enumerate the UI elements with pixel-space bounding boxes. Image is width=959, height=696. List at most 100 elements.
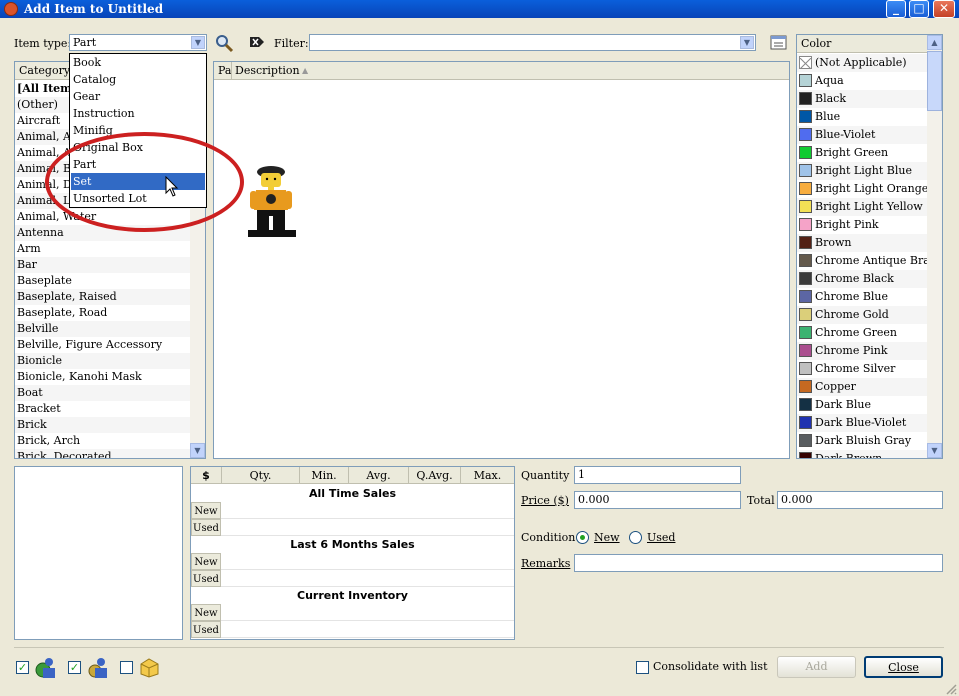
currency-header[interactable]: $ bbox=[191, 467, 222, 484]
category-item[interactable]: Bracket bbox=[15, 401, 191, 417]
color-item[interactable]: Bright Green bbox=[797, 144, 928, 162]
color-item[interactable]: Chrome Green bbox=[797, 324, 928, 342]
section-all-time-sales: All Time Sales bbox=[308, 487, 397, 500]
color-swatch bbox=[799, 272, 812, 285]
quantity-input[interactable]: 1 bbox=[574, 466, 741, 484]
chevron-down-icon[interactable]: ▼ bbox=[740, 36, 754, 49]
color-name: Bright Light Yellow bbox=[815, 200, 923, 213]
category-item[interactable]: Baseplate, Road bbox=[15, 305, 191, 321]
color-list[interactable]: Color (Not Applicable) Aqua Black Blue Blue-… bbox=[796, 34, 943, 459]
table-row bbox=[221, 604, 514, 621]
color-item[interactable]: Chrome Pink bbox=[797, 342, 928, 360]
color-item[interactable]: Chrome Black bbox=[797, 270, 928, 288]
filter-label: Filter: bbox=[274, 37, 309, 50]
category-item[interactable]: Bar bbox=[15, 257, 191, 273]
color-item[interactable]: Dark Blue bbox=[797, 396, 928, 414]
condition-new-radio[interactable] bbox=[576, 531, 589, 544]
condition-used-label[interactable]: Used bbox=[647, 531, 675, 544]
category-item[interactable]: Boat bbox=[15, 385, 191, 401]
close-window-button[interactable]: ✕ bbox=[933, 0, 955, 18]
resize-grip-icon[interactable] bbox=[945, 683, 957, 695]
consolidate-label[interactable]: Consolidate with list bbox=[653, 660, 768, 673]
category-item[interactable]: Bionicle, Kanohi Mask bbox=[15, 369, 191, 385]
color-header[interactable]: Color bbox=[797, 35, 942, 53]
color-item[interactable]: Brown bbox=[797, 234, 928, 252]
show-appears-in-checkbox[interactable] bbox=[120, 661, 133, 674]
show-price-guide-checkbox[interactable]: ✓ bbox=[68, 661, 81, 674]
dropdown-item-catalog[interactable]: Catalog bbox=[71, 71, 205, 88]
scroll-down-icon[interactable]: ▼ bbox=[190, 443, 205, 458]
condition-new-label[interactable]: New bbox=[594, 531, 620, 544]
part-column-header[interactable]: Pa bbox=[218, 64, 231, 77]
row-label-new: New bbox=[191, 502, 221, 519]
separator bbox=[14, 647, 944, 648]
color-item[interactable]: Bright Pink bbox=[797, 216, 928, 234]
color-item[interactable]: Bright Light Blue bbox=[797, 162, 928, 180]
color-name: Chrome Antique Brass bbox=[815, 254, 942, 267]
add-button[interactable]: Add bbox=[777, 656, 856, 678]
close-button[interactable]: Close bbox=[864, 656, 943, 678]
search-icon[interactable] bbox=[214, 33, 234, 53]
color-swatch bbox=[799, 146, 812, 159]
color-item[interactable]: Chrome Silver bbox=[797, 360, 928, 378]
scroll-up-icon[interactable]: ▲ bbox=[927, 35, 942, 50]
section-last-6-months-sales: Last 6 Months Sales bbox=[290, 538, 415, 551]
color-scrollbar[interactable]: ▲ ▼ bbox=[927, 35, 942, 458]
category-item[interactable]: Bionicle bbox=[15, 353, 191, 369]
chevron-down-icon[interactable]: ▼ bbox=[191, 36, 205, 49]
color-item[interactable]: Chrome Blue bbox=[797, 288, 928, 306]
dropdown-item-book[interactable]: Book bbox=[71, 54, 205, 71]
scroll-down-icon[interactable]: ▼ bbox=[927, 443, 942, 458]
category-item[interactable]: Baseplate bbox=[15, 273, 191, 289]
color-item[interactable]: Blue bbox=[797, 108, 928, 126]
condition-used-radio[interactable] bbox=[629, 531, 642, 544]
clear-filter-icon[interactable] bbox=[249, 35, 265, 49]
items-list[interactable]: Pa Description ▲ bbox=[213, 61, 790, 459]
consolidate-checkbox[interactable] bbox=[636, 661, 649, 674]
scroll-thumb[interactable] bbox=[927, 51, 942, 111]
remarks-label: Remarks bbox=[521, 557, 571, 570]
color-item[interactable]: Black bbox=[797, 90, 928, 108]
color-item[interactable]: Blue-Violet bbox=[797, 126, 928, 144]
category-item[interactable]: Belville, Figure Accessory bbox=[15, 337, 191, 353]
filter-input[interactable]: ▼ bbox=[309, 34, 756, 51]
dropdown-item-instruction[interactable]: Instruction bbox=[71, 105, 205, 122]
color-name: Brown bbox=[815, 236, 852, 249]
price-input[interactable]: 0.000 bbox=[574, 491, 741, 509]
item-picture-pane bbox=[14, 466, 183, 640]
color-item[interactable]: Chrome Gold bbox=[797, 306, 928, 324]
remarks-input[interactable] bbox=[574, 554, 943, 572]
color-item[interactable]: Chrome Antique Brass bbox=[797, 252, 941, 270]
color-item[interactable]: Dark Bluish Gray bbox=[797, 432, 928, 450]
view-options-icon[interactable] bbox=[770, 35, 788, 51]
dropdown-item-gear[interactable]: Gear bbox=[71, 88, 205, 105]
color-item[interactable]: Dark Brown bbox=[797, 450, 928, 459]
color-swatch bbox=[799, 434, 812, 447]
row-label-used: Used bbox=[191, 519, 221, 536]
item-type-select[interactable]: Part ▼ bbox=[69, 34, 207, 51]
minimize-button[interactable]: _ bbox=[886, 0, 906, 18]
color-name: Chrome Silver bbox=[815, 362, 896, 375]
category-item[interactable]: Baseplate, Raised bbox=[15, 289, 191, 305]
color-item[interactable]: Copper bbox=[797, 378, 928, 396]
table-row bbox=[221, 553, 514, 570]
price-guide-table: $ Qty. Min. Avg. Q.Avg. Max. All Time Sa… bbox=[190, 466, 515, 640]
color-item[interactable]: (Not Applicable) bbox=[797, 54, 928, 72]
color-item[interactable]: Dark Blue-Violet bbox=[797, 414, 928, 432]
color-swatch bbox=[799, 200, 812, 213]
color-name: Dark Brown bbox=[815, 452, 883, 459]
category-item[interactable]: Brick, Decorated bbox=[15, 449, 191, 458]
maximize-button[interactable]: □ bbox=[909, 0, 929, 18]
color-item[interactable]: Bright Light Orange bbox=[797, 180, 928, 198]
description-column-header[interactable]: Description bbox=[231, 62, 300, 80]
category-item[interactable]: Arm bbox=[15, 241, 191, 257]
show-inventory-checkbox[interactable]: ✓ bbox=[16, 661, 29, 674]
color-item[interactable]: Aqua bbox=[797, 72, 928, 90]
color-item[interactable]: Bright Light Yellow bbox=[797, 198, 928, 216]
min-header: Min. bbox=[300, 467, 349, 484]
color-swatch bbox=[799, 56, 812, 70]
category-item[interactable]: Belville bbox=[15, 321, 191, 337]
category-item[interactable]: Brick bbox=[15, 417, 191, 433]
color-name: Chrome Pink bbox=[815, 344, 888, 357]
category-item[interactable]: Brick, Arch bbox=[15, 433, 191, 449]
